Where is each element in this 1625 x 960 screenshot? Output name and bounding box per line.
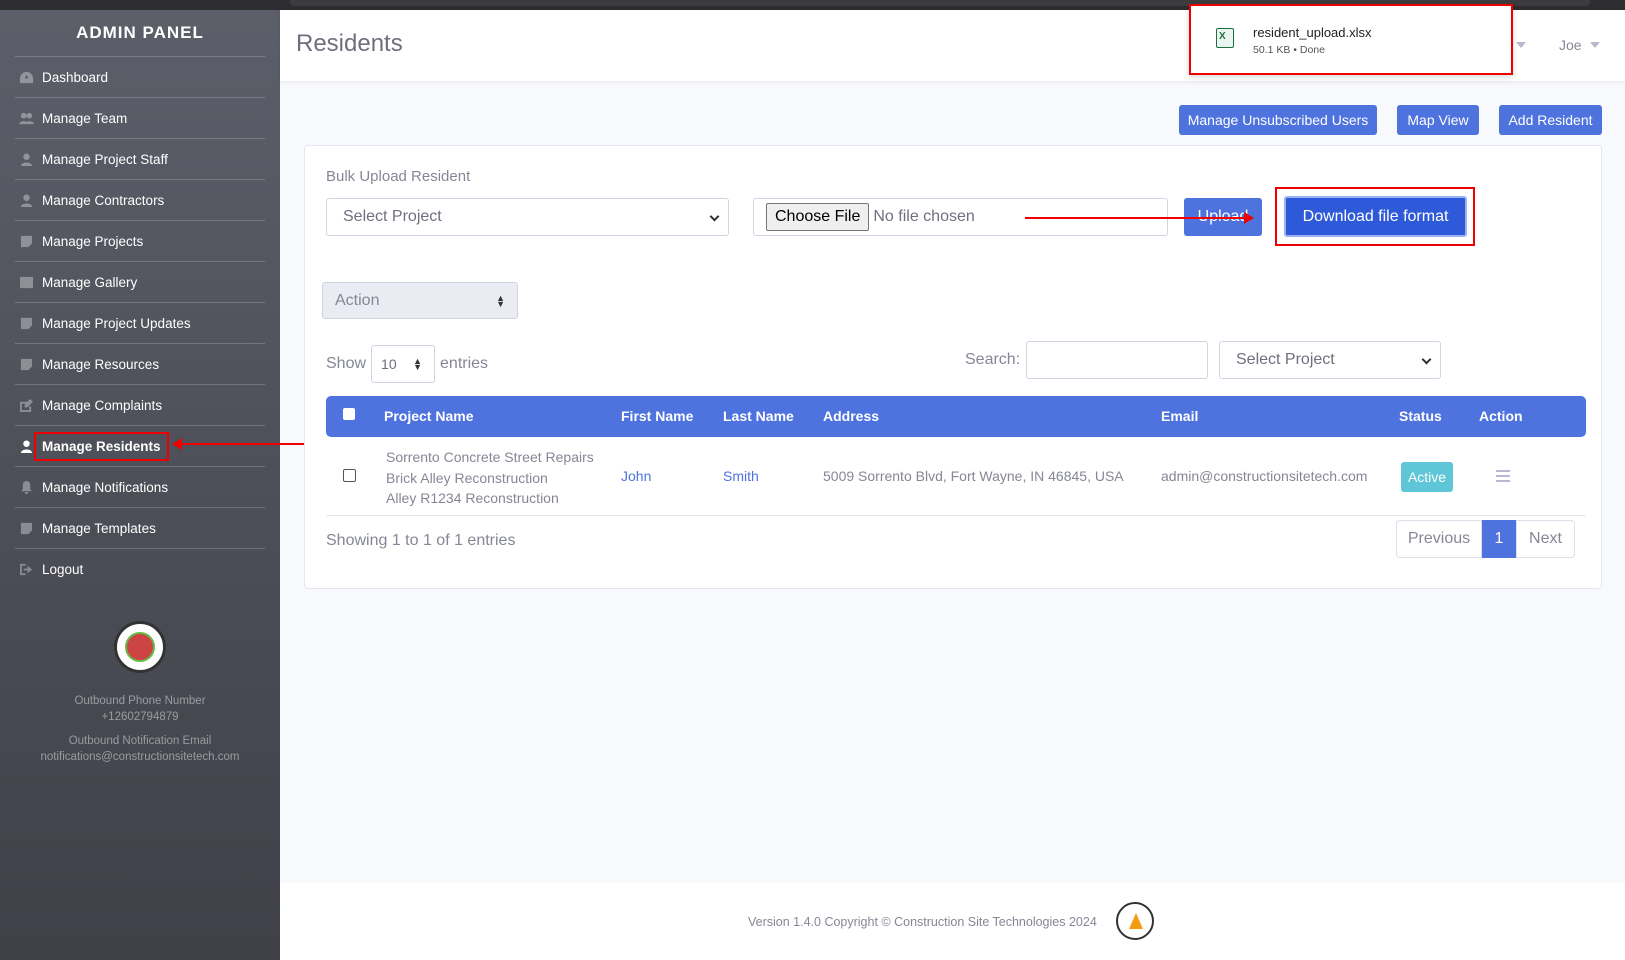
org-logo-wrap bbox=[0, 621, 280, 673]
note-icon bbox=[17, 357, 35, 371]
footer: Version 1.4.0 Copyright © Construction S… bbox=[280, 883, 1625, 960]
next-page-button[interactable]: Next bbox=[1516, 520, 1575, 558]
header-action: Action bbox=[1479, 408, 1523, 424]
sidebar-item-team[interactable]: Manage Team bbox=[15, 97, 265, 138]
row-checkbox[interactable] bbox=[343, 469, 356, 482]
excel-file-icon bbox=[1216, 28, 1234, 48]
sidebar-brand[interactable]: ADMIN PANEL bbox=[0, 10, 280, 56]
previous-page-button[interactable]: Previous bbox=[1396, 520, 1482, 558]
sort-arrows-icon: ▲ ▼ bbox=[496, 293, 505, 309]
header-first-name[interactable]: First Name bbox=[621, 408, 693, 424]
search-input[interactable] bbox=[1026, 341, 1208, 379]
download-popup[interactable]: resident_upload.xlsx 50.1 KB • Done bbox=[1189, 4, 1513, 75]
download-format-button[interactable]: Download file format bbox=[1284, 196, 1467, 237]
chevron-down-icon[interactable] bbox=[1516, 42, 1526, 48]
choose-file-button[interactable]: Choose File bbox=[766, 203, 870, 231]
sidebar-item-project-staff[interactable]: Manage Project Staff bbox=[15, 138, 265, 179]
sidebar: ADMIN PANEL Dashboard Manage Team Manage… bbox=[0, 10, 280, 960]
add-resident-button[interactable]: Add Resident bbox=[1499, 105, 1602, 135]
sidebar-item-logout[interactable]: Logout bbox=[15, 548, 265, 589]
bulk-action-select[interactable]: Action ▲ ▼ bbox=[322, 282, 518, 319]
entries-select[interactable]: 10 ▲ ▼ bbox=[371, 345, 436, 383]
project-filter-select[interactable]: Select Project bbox=[1219, 341, 1441, 379]
sidebar-item-residents[interactable]: Manage Residents bbox=[15, 425, 265, 466]
sidebar-item-dashboard[interactable]: Dashboard bbox=[15, 56, 265, 97]
phone-label: Outbound Phone Number bbox=[74, 695, 206, 707]
header-project-name[interactable]: Project Name bbox=[384, 408, 473, 424]
annotation-arrow-download bbox=[1025, 212, 1254, 224]
users-icon bbox=[17, 111, 35, 125]
header-last-name[interactable]: Last Name bbox=[723, 408, 794, 424]
page-title: Residents bbox=[296, 30, 403, 57]
note-icon bbox=[17, 234, 35, 248]
outbound-info: Outbound Phone Number +12602794879 Outbo… bbox=[0, 693, 280, 765]
file-status: No file chosen bbox=[873, 208, 975, 225]
company-logo-icon bbox=[1116, 902, 1154, 940]
residents-card: Bulk Upload Resident Select Project Choo… bbox=[304, 145, 1602, 589]
email-address: notifications@constructionsitetech.com bbox=[40, 751, 240, 763]
download-filename[interactable]: resident_upload.xlsx bbox=[1253, 25, 1372, 40]
status-badge[interactable]: Active bbox=[1401, 462, 1453, 492]
sidebar-item-notifications[interactable]: Manage Notifications bbox=[15, 466, 265, 507]
logout-icon bbox=[17, 562, 35, 576]
select-all-checkbox[interactable] bbox=[343, 408, 355, 420]
header-email[interactable]: Email bbox=[1161, 408, 1198, 424]
bulk-upload-label: Bulk Upload Resident bbox=[326, 168, 471, 185]
chevron-down-icon[interactable] bbox=[1590, 42, 1600, 48]
manage-unsubscribed-button[interactable]: Manage Unsubscribed Users bbox=[1179, 105, 1377, 135]
bulk-project-select[interactable]: Select Project bbox=[326, 198, 729, 236]
table-header: Project Name First Name Last Name Addres… bbox=[326, 396, 1586, 437]
image-icon bbox=[17, 275, 35, 289]
user-icon bbox=[17, 152, 35, 166]
address: 5009 Sorrento Blvd, Fort Wayne, IN 46845… bbox=[823, 468, 1124, 484]
header-address[interactable]: Address bbox=[823, 408, 879, 424]
phone-number: +12602794879 bbox=[101, 711, 179, 723]
user-icon bbox=[17, 193, 35, 207]
sidebar-item-projects[interactable]: Manage Projects bbox=[15, 220, 265, 261]
search-label: Search: bbox=[965, 351, 1021, 368]
project-names: Sorrento Concrete Street Repairs Brick A… bbox=[386, 449, 594, 506]
sidebar-item-project-updates[interactable]: Manage Project Updates bbox=[15, 302, 265, 343]
download-meta: 50.1 KB • Done bbox=[1253, 44, 1325, 56]
sidebar-item-gallery[interactable]: Manage Gallery bbox=[15, 261, 265, 302]
page-1-button[interactable]: 1 bbox=[1482, 520, 1516, 558]
table-info: Showing 1 to 1 of 1 entries bbox=[326, 532, 516, 549]
last-name-link[interactable]: Smith bbox=[723, 468, 759, 484]
pagination: Previous 1 Next bbox=[1396, 520, 1575, 558]
note-icon bbox=[17, 316, 35, 330]
header-status[interactable]: Status bbox=[1399, 408, 1442, 424]
sidebar-item-complaints[interactable]: Manage Complaints bbox=[15, 384, 265, 425]
org-logo bbox=[114, 621, 166, 673]
note-icon bbox=[17, 521, 35, 535]
edit-icon bbox=[17, 398, 35, 412]
user-menu[interactable]: Joe bbox=[1559, 37, 1582, 53]
user-icon bbox=[17, 439, 35, 453]
footer-copyright: Version 1.4.0 Copyright © Construction S… bbox=[748, 915, 1097, 929]
chevron-down-icon bbox=[1421, 354, 1432, 365]
chevron-down-icon bbox=[709, 211, 720, 222]
first-name-link[interactable]: John bbox=[621, 468, 651, 484]
map-view-button[interactable]: Map View bbox=[1397, 105, 1479, 135]
email: admin@constructionsitetech.com bbox=[1161, 468, 1368, 484]
sidebar-item-templates[interactable]: Manage Templates bbox=[15, 507, 265, 548]
row-menu-icon[interactable] bbox=[1496, 470, 1510, 485]
dashboard-icon bbox=[17, 70, 35, 84]
sidebar-item-resources[interactable]: Manage Resources bbox=[15, 343, 265, 384]
entries-length: Show 10 ▲ ▼ entries bbox=[326, 345, 488, 383]
sidebar-nav: Dashboard Manage Team Manage Project Sta… bbox=[0, 56, 280, 589]
bell-icon bbox=[17, 480, 35, 494]
table-row: Sorrento Concrete Street Repairs Brick A… bbox=[326, 437, 1586, 516]
sort-arrows-icon: ▲ ▼ bbox=[413, 356, 423, 372]
sidebar-item-contractors[interactable]: Manage Contractors bbox=[15, 179, 265, 220]
email-label: Outbound Notification Email bbox=[68, 735, 212, 747]
